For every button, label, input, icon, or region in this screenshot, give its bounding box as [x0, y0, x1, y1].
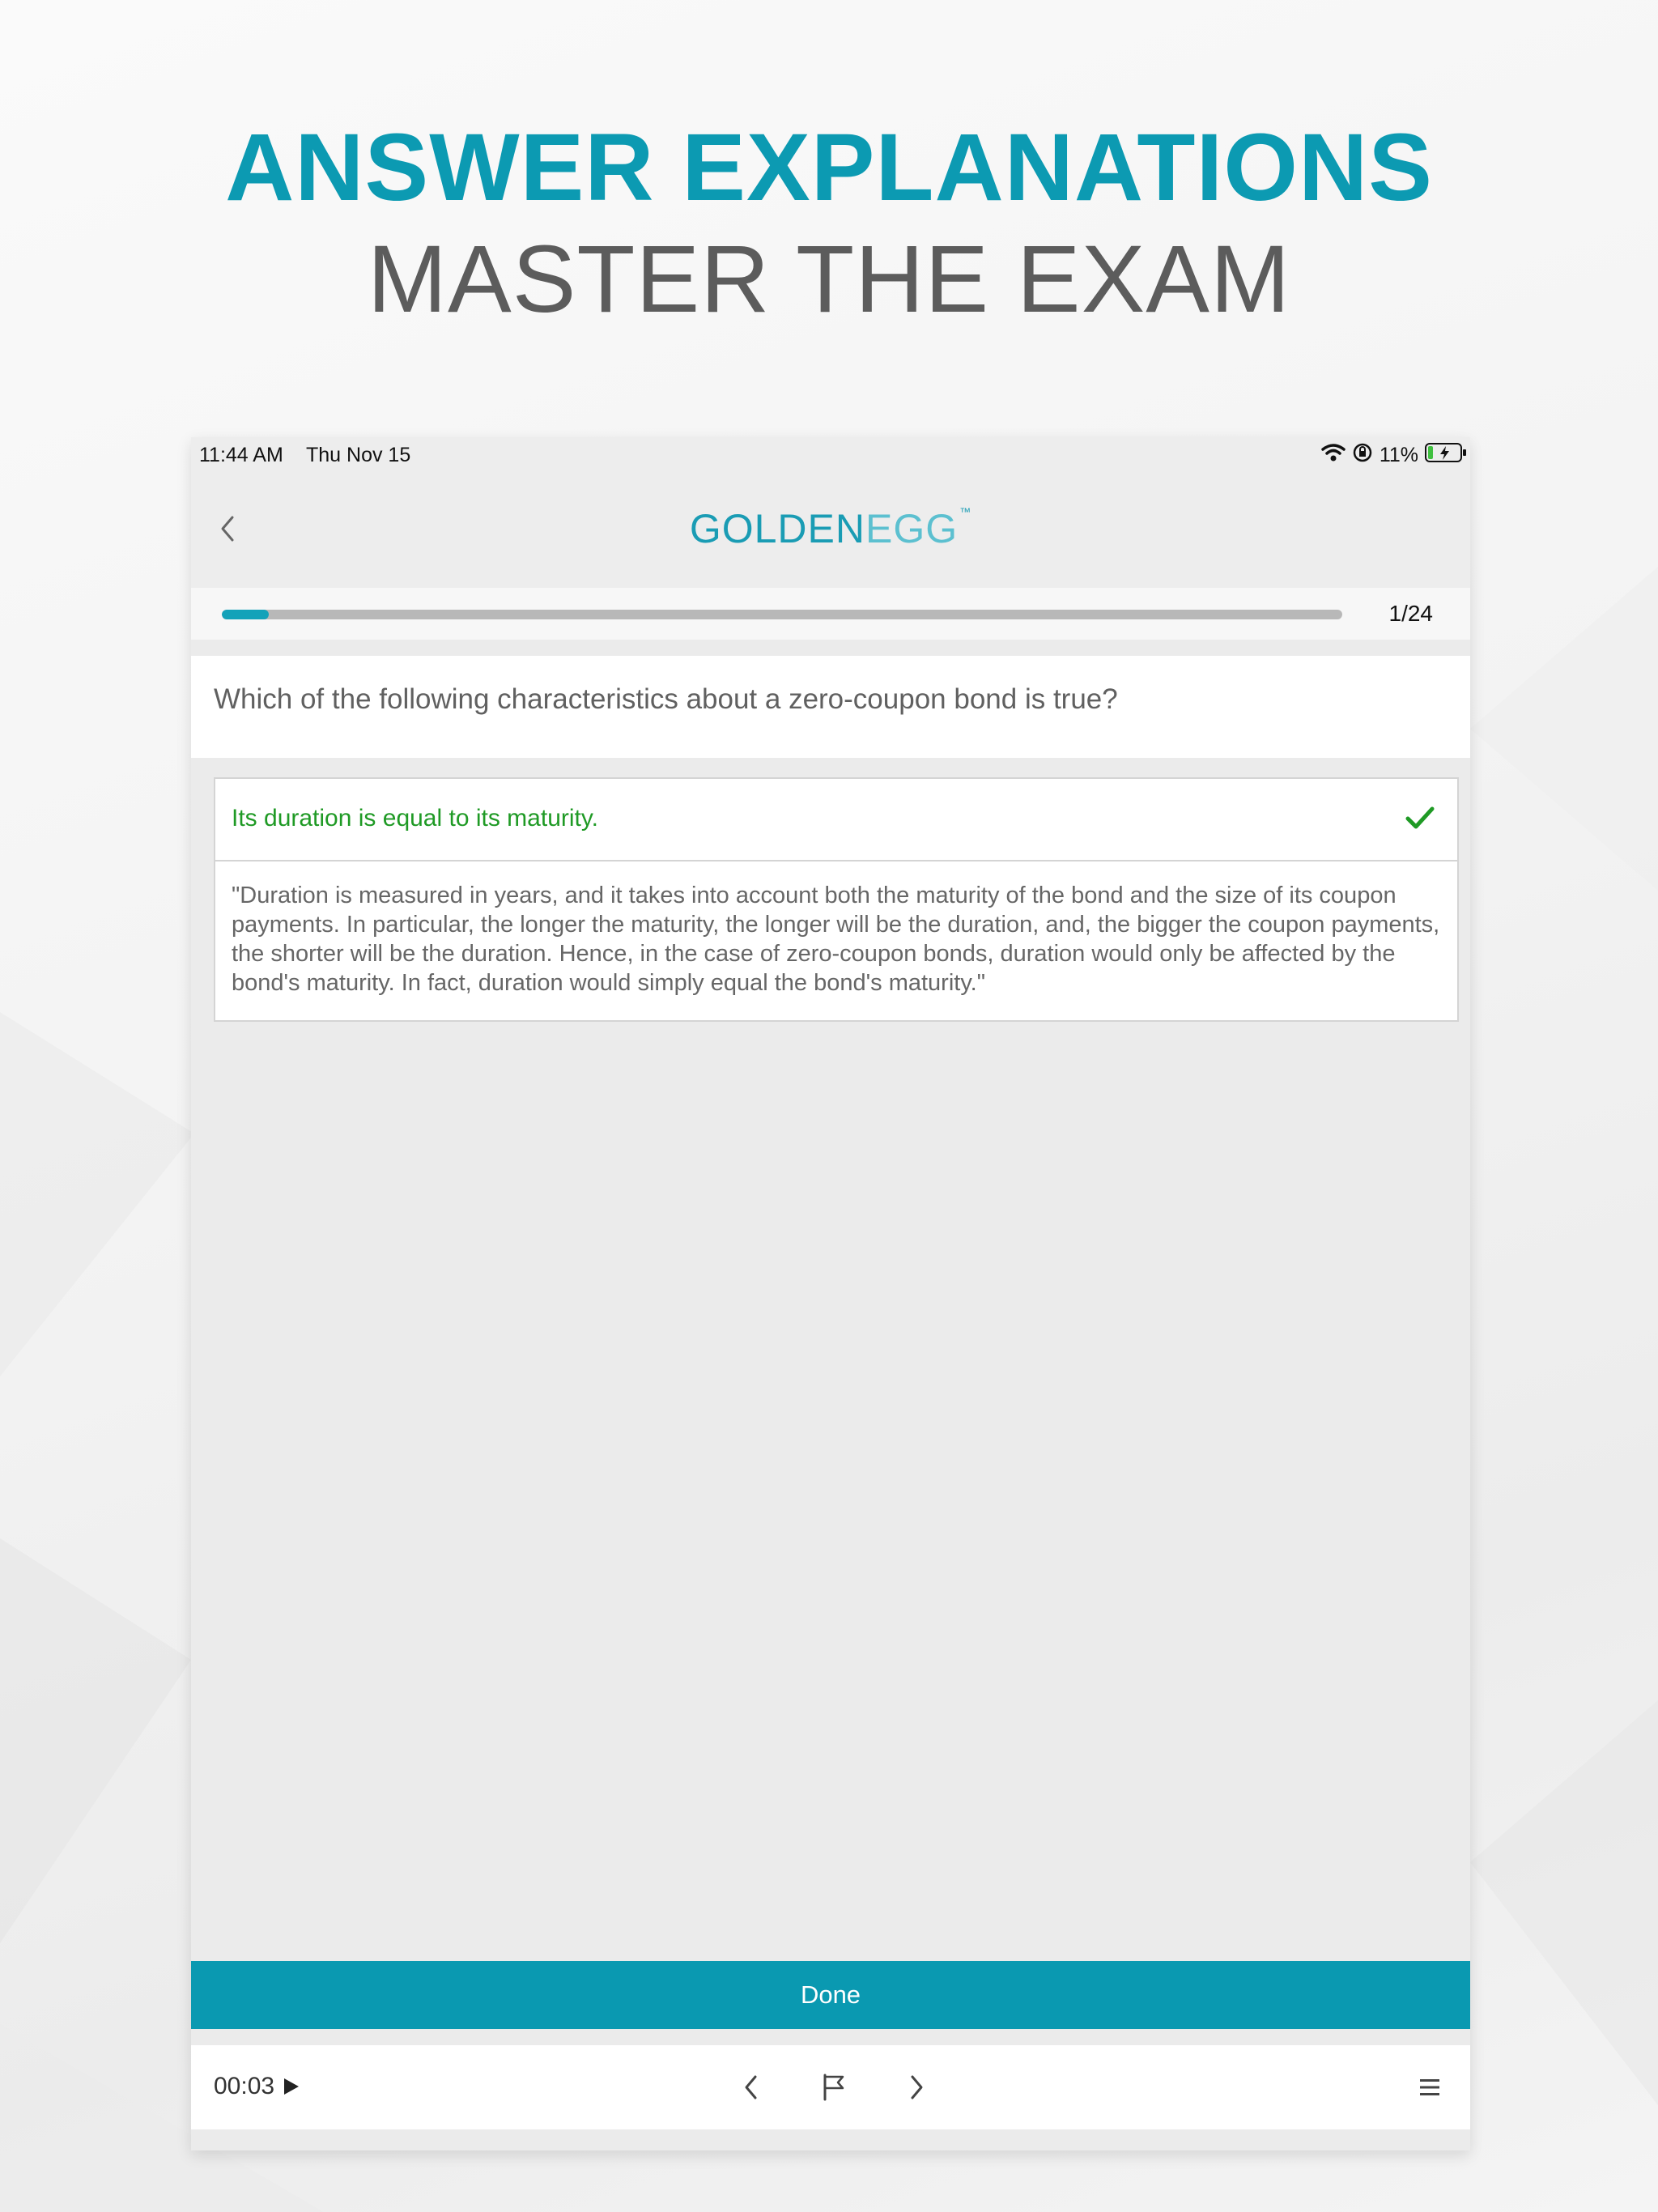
promo-headline: ANSWER EXPLANATIONS — [225, 114, 1433, 221]
answer-card: Its duration is equal to its maturity. "… — [214, 777, 1459, 1022]
orientation-lock-icon — [1352, 442, 1373, 469]
tablet-screen: 11:44 AM Thu Nov 15 11% GOLDENEGG ™ 1/24… — [191, 437, 1470, 2150]
answer-option[interactable]: Its duration is equal to its maturity. — [215, 779, 1457, 861]
status-bar: 11:44 AM Thu Nov 15 11% — [191, 437, 1470, 473]
timer[interactable]: 00:03 — [214, 2073, 300, 2100]
question-text: Which of the following characteristics a… — [214, 683, 1118, 715]
chevron-left-icon — [745, 2075, 757, 2099]
status-indicators: 11% — [1321, 442, 1470, 469]
answer-explanation: "Duration is measured in years, and it t… — [232, 883, 1440, 996]
play-icon — [284, 2078, 300, 2095]
next-question-button[interactable] — [897, 2068, 936, 2107]
done-button-label: Done — [800, 1980, 861, 2009]
wifi-icon — [1321, 443, 1346, 468]
flag-button[interactable] — [814, 2068, 853, 2107]
logo-trademark: ™ — [959, 505, 972, 518]
done-button[interactable]: Done — [191, 1961, 1470, 2029]
checkmark-icon — [1405, 805, 1435, 835]
chevron-right-icon — [911, 2075, 923, 2099]
progress-fill — [222, 610, 269, 619]
logo-golden: GOLDEN — [689, 506, 866, 551]
nav-bar: GOLDENEGG ™ — [191, 473, 1470, 588]
status-time: 11:44 AM — [199, 444, 283, 466]
battery-charging-icon — [1425, 442, 1467, 469]
app-logo: GOLDENEGG ™ — [191, 505, 1470, 552]
battery-percent: 11% — [1379, 444, 1418, 466]
logo-egg: EGG — [865, 506, 959, 551]
progress-bar — [222, 610, 1342, 619]
flag-icon — [823, 2074, 844, 2101]
question-counter: 1/24 — [1388, 601, 1434, 626]
status-date: Thu Nov 15 — [306, 444, 411, 466]
menu-icon — [1420, 2079, 1439, 2095]
bottom-toolbar: 00:03 — [191, 2045, 1470, 2129]
timer-value: 00:03 — [214, 2073, 275, 2099]
answer-text: Its duration is equal to its maturity. — [232, 805, 598, 832]
menu-button[interactable] — [1410, 2068, 1449, 2107]
progress-section: 1/24 — [191, 588, 1470, 640]
question-panel: Which of the following characteristics a… — [191, 656, 1470, 758]
promo-subheadline: MASTER THE EXAM — [367, 226, 1291, 333]
previous-question-button[interactable] — [732, 2068, 771, 2107]
